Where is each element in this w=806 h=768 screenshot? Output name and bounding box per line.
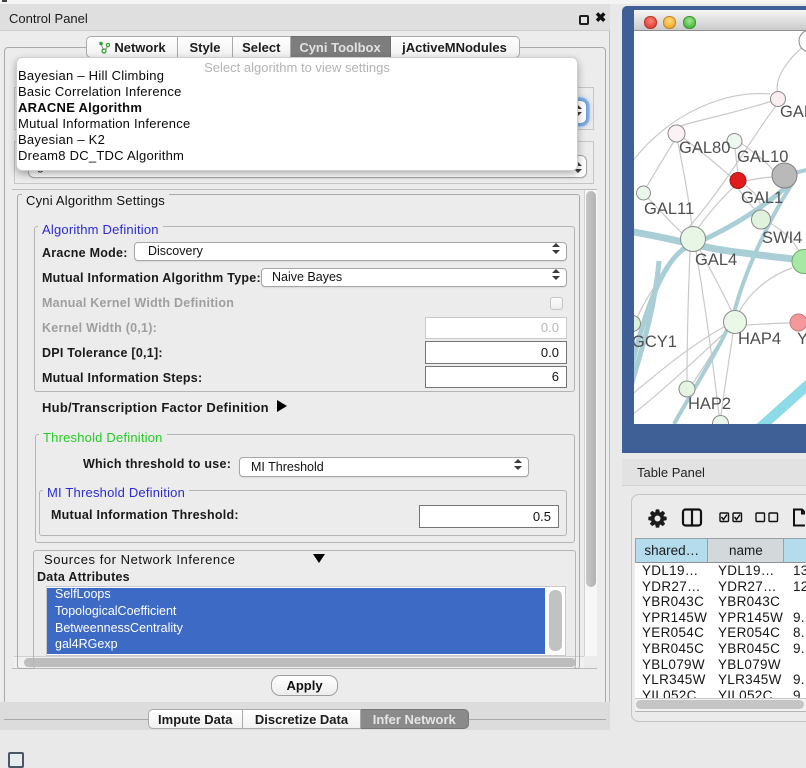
svg-text:HAP4: HAP4 [738,330,781,348]
svg-text:Y: Y [797,330,806,348]
svg-text:GAL80: GAL80 [679,139,730,157]
svg-text:SWI4: SWI4 [762,229,802,247]
svg-text:GCY1: GCY1 [634,333,677,351]
svg-text:GAL7: GAL7 [780,103,806,121]
svg-text:HAP2: HAP2 [688,395,731,413]
svg-text:GAL10: GAL10 [737,148,788,166]
svg-text:GAL4: GAL4 [695,251,737,269]
svg-text:GAL1: GAL1 [741,189,783,207]
svg-text:GAL11: GAL11 [644,200,694,218]
